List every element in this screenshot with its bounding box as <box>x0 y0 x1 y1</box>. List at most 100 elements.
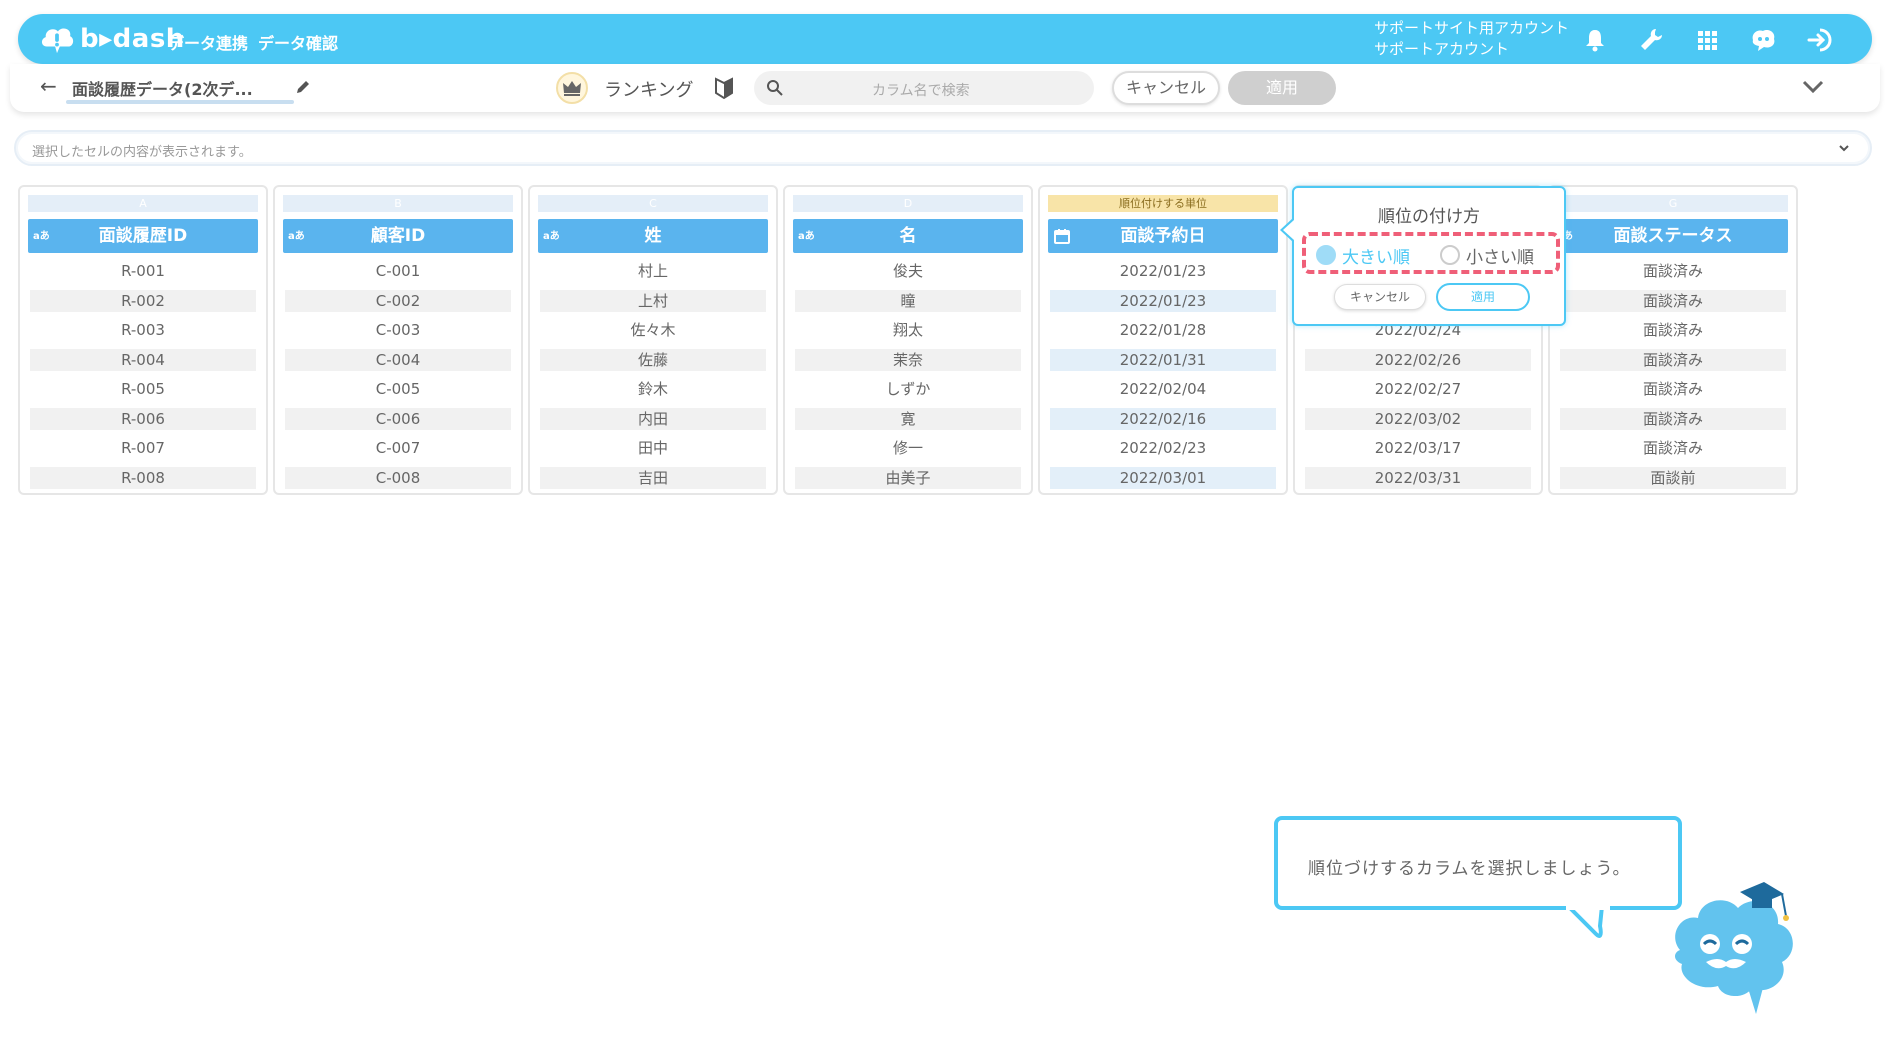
table-cell[interactable]: 由美子 <box>795 467 1021 489</box>
table-cell[interactable]: 面談済み <box>1560 260 1786 282</box>
table-cell[interactable]: 寛 <box>795 408 1021 430</box>
pencil-icon[interactable] <box>294 78 312 96</box>
bdash-logo[interactable]: b▸dash <box>38 22 185 56</box>
table-cell[interactable]: 佐藤 <box>540 349 766 371</box>
table-cell[interactable]: C-006 <box>285 408 511 430</box>
column-b[interactable]: B aあ 顧客ID C-001 C-002 C-003 C-004 C-005 C… <box>273 185 523 495</box>
table-cell[interactable]: 吉田 <box>540 467 766 489</box>
table-cell[interactable]: 2022/02/26 <box>1305 349 1531 371</box>
column-header[interactable]: aあ 面談履歴ID <box>28 219 258 253</box>
apply-button[interactable]: 適用 <box>1228 71 1336 105</box>
table-cell[interactable]: 2022/01/23 <box>1050 290 1276 312</box>
table-cell[interactable]: 面談済み <box>1560 349 1786 371</box>
column-d[interactable]: D aあ 名 俊夫 瞳 翔太 茉奈 しずか 寛 修一 由美子 <box>783 185 1033 495</box>
column-header[interactable]: aあ 名 <box>793 219 1023 253</box>
guide-tooltip-text: 順位づけするカラムを選択しましょう。 <box>1308 859 1631 879</box>
table-cell[interactable]: 2022/02/16 <box>1050 408 1276 430</box>
table-cell[interactable]: 鈴木 <box>540 378 766 400</box>
account-info[interactable]: サポートサイト用アカウント サポートアカウント <box>1374 18 1569 60</box>
table-cell[interactable]: R-005 <box>30 378 256 400</box>
table-cell[interactable]: 上村 <box>540 290 766 312</box>
table-cell[interactable]: 2022/01/28 <box>1050 319 1276 341</box>
bell-icon[interactable] <box>1580 25 1610 55</box>
popup-apply-button[interactable]: 適用 <box>1436 283 1530 311</box>
search-placeholder: カラム名で検索 <box>872 83 970 99</box>
column-g[interactable]: G あ面談ステータス 面談済み 面談済み 面談済み 面談済み 面談済み 面談済み… <box>1548 185 1798 495</box>
table-cell[interactable]: 面談済み <box>1560 437 1786 459</box>
table-cell[interactable]: 2022/03/31 <box>1305 467 1531 489</box>
table-cell[interactable]: 2022/03/17 <box>1305 437 1531 459</box>
table-cell[interactable]: C-004 <box>285 349 511 371</box>
column-search-input[interactable]: カラム名で検索 <box>754 71 1094 105</box>
table-cell[interactable]: C-008 <box>285 467 511 489</box>
text-type-icon: aあ <box>798 231 815 242</box>
table-cell[interactable]: C-003 <box>285 319 511 341</box>
table-cell[interactable]: 2022/01/23 <box>1050 260 1276 282</box>
column-header-label: 面談ステータス <box>1613 226 1733 246</box>
column-header[interactable]: あ面談ステータス <box>1558 219 1788 253</box>
wrench-icon[interactable] <box>1636 25 1666 55</box>
radio-selected-icon <box>1316 245 1336 265</box>
nav-data-link[interactable]: データ連携 <box>168 30 248 54</box>
beginner-icon[interactable] <box>714 76 734 100</box>
table-cell[interactable]: 2022/01/31 <box>1050 349 1276 371</box>
dataset-name[interactable]: 面談履歴データ(2次デ... <box>72 76 253 100</box>
chat-robot-icon[interactable] <box>1748 25 1778 55</box>
nav-data-check[interactable]: データ確認 <box>258 30 338 54</box>
table-cell[interactable]: 瞳 <box>795 290 1021 312</box>
table-cell[interactable]: 村上 <box>540 260 766 282</box>
table-cell[interactable]: R-003 <box>30 319 256 341</box>
grid-icon[interactable] <box>1692 25 1722 55</box>
table-cell[interactable]: 2022/02/04 <box>1050 378 1276 400</box>
tooltip-tail <box>1566 906 1610 938</box>
table-cell[interactable]: 面談済み <box>1560 290 1786 312</box>
column-a[interactable]: A aあ 面談履歴ID R-001 R-002 R-003 R-004 R-005… <box>18 185 268 495</box>
table-cell[interactable]: R-006 <box>30 408 256 430</box>
account-user-name: サポートアカウント <box>1374 40 1510 58</box>
table-cell[interactable]: 面談済み <box>1560 378 1786 400</box>
column-header[interactable]: 面談予約日 <box>1048 219 1278 253</box>
ranking-unit-label: 順位付けする単位 <box>1048 195 1278 212</box>
table-cell[interactable]: 面談前 <box>1560 467 1786 489</box>
table-cell[interactable]: C-001 <box>285 260 511 282</box>
logout-icon[interactable] <box>1806 25 1836 55</box>
radio-descending[interactable]: 大きい順 <box>1316 243 1410 268</box>
table-cell[interactable]: R-008 <box>30 467 256 489</box>
radio-ascending[interactable]: 小さい順 <box>1440 243 1534 268</box>
table-cell[interactable]: 面談済み <box>1560 408 1786 430</box>
back-arrow-icon[interactable]: ← <box>40 74 57 98</box>
table-cell[interactable]: 修一 <box>795 437 1021 459</box>
column-header[interactable]: aあ 顧客ID <box>283 219 513 253</box>
dataset-toolbar: ← 面談履歴データ(2次デ... ランキング カラム名で検索 キャンセル 適用 <box>10 64 1880 112</box>
ranking-mode-label: ランキング <box>604 80 694 101</box>
chevron-down-icon[interactable] <box>1800 74 1826 100</box>
table-cell[interactable]: 翔太 <box>795 319 1021 341</box>
table-cell[interactable]: 佐々木 <box>540 319 766 341</box>
table-cell[interactable]: R-002 <box>30 290 256 312</box>
table-cell[interactable]: 2022/02/23 <box>1050 437 1276 459</box>
table-cell[interactable]: C-002 <box>285 290 511 312</box>
table-cell[interactable]: 茉奈 <box>795 349 1021 371</box>
table-cell[interactable]: R-004 <box>30 349 256 371</box>
column-c[interactable]: C aあ 姓 村上 上村 佐々木 佐藤 鈴木 内田 田中 吉田 <box>528 185 778 495</box>
column-header[interactable]: aあ 姓 <box>538 219 768 253</box>
table-cell[interactable]: R-007 <box>30 437 256 459</box>
table-cell[interactable]: 2022/02/27 <box>1305 378 1531 400</box>
column-e-selected[interactable]: 順位付けする単位 面談予約日 2022/01/23 2022/01/23 202… <box>1038 185 1288 495</box>
cell-content-bar[interactable]: 選択したセルの内容が表示されます。 <box>14 130 1872 166</box>
cancel-button[interactable]: キャンセル <box>1112 71 1220 105</box>
popup-cancel-button[interactable]: キャンセル <box>1334 284 1426 310</box>
table-cell[interactable]: C-005 <box>285 378 511 400</box>
table-cell[interactable]: 田中 <box>540 437 766 459</box>
table-cell[interactable]: R-001 <box>30 260 256 282</box>
search-icon <box>767 80 783 96</box>
table-cell[interactable]: しずか <box>795 378 1021 400</box>
chevron-down-icon[interactable] <box>1836 140 1852 156</box>
table-cell[interactable]: 俊夫 <box>795 260 1021 282</box>
table-cell[interactable]: 2022/03/02 <box>1305 408 1531 430</box>
table-cell[interactable]: 2022/03/01 <box>1050 467 1276 489</box>
table-cell[interactable]: C-007 <box>285 437 511 459</box>
table-cell[interactable]: 内田 <box>540 408 766 430</box>
table-cell[interactable]: 面談済み <box>1560 319 1786 341</box>
logo-cloud-icon <box>41 28 74 54</box>
